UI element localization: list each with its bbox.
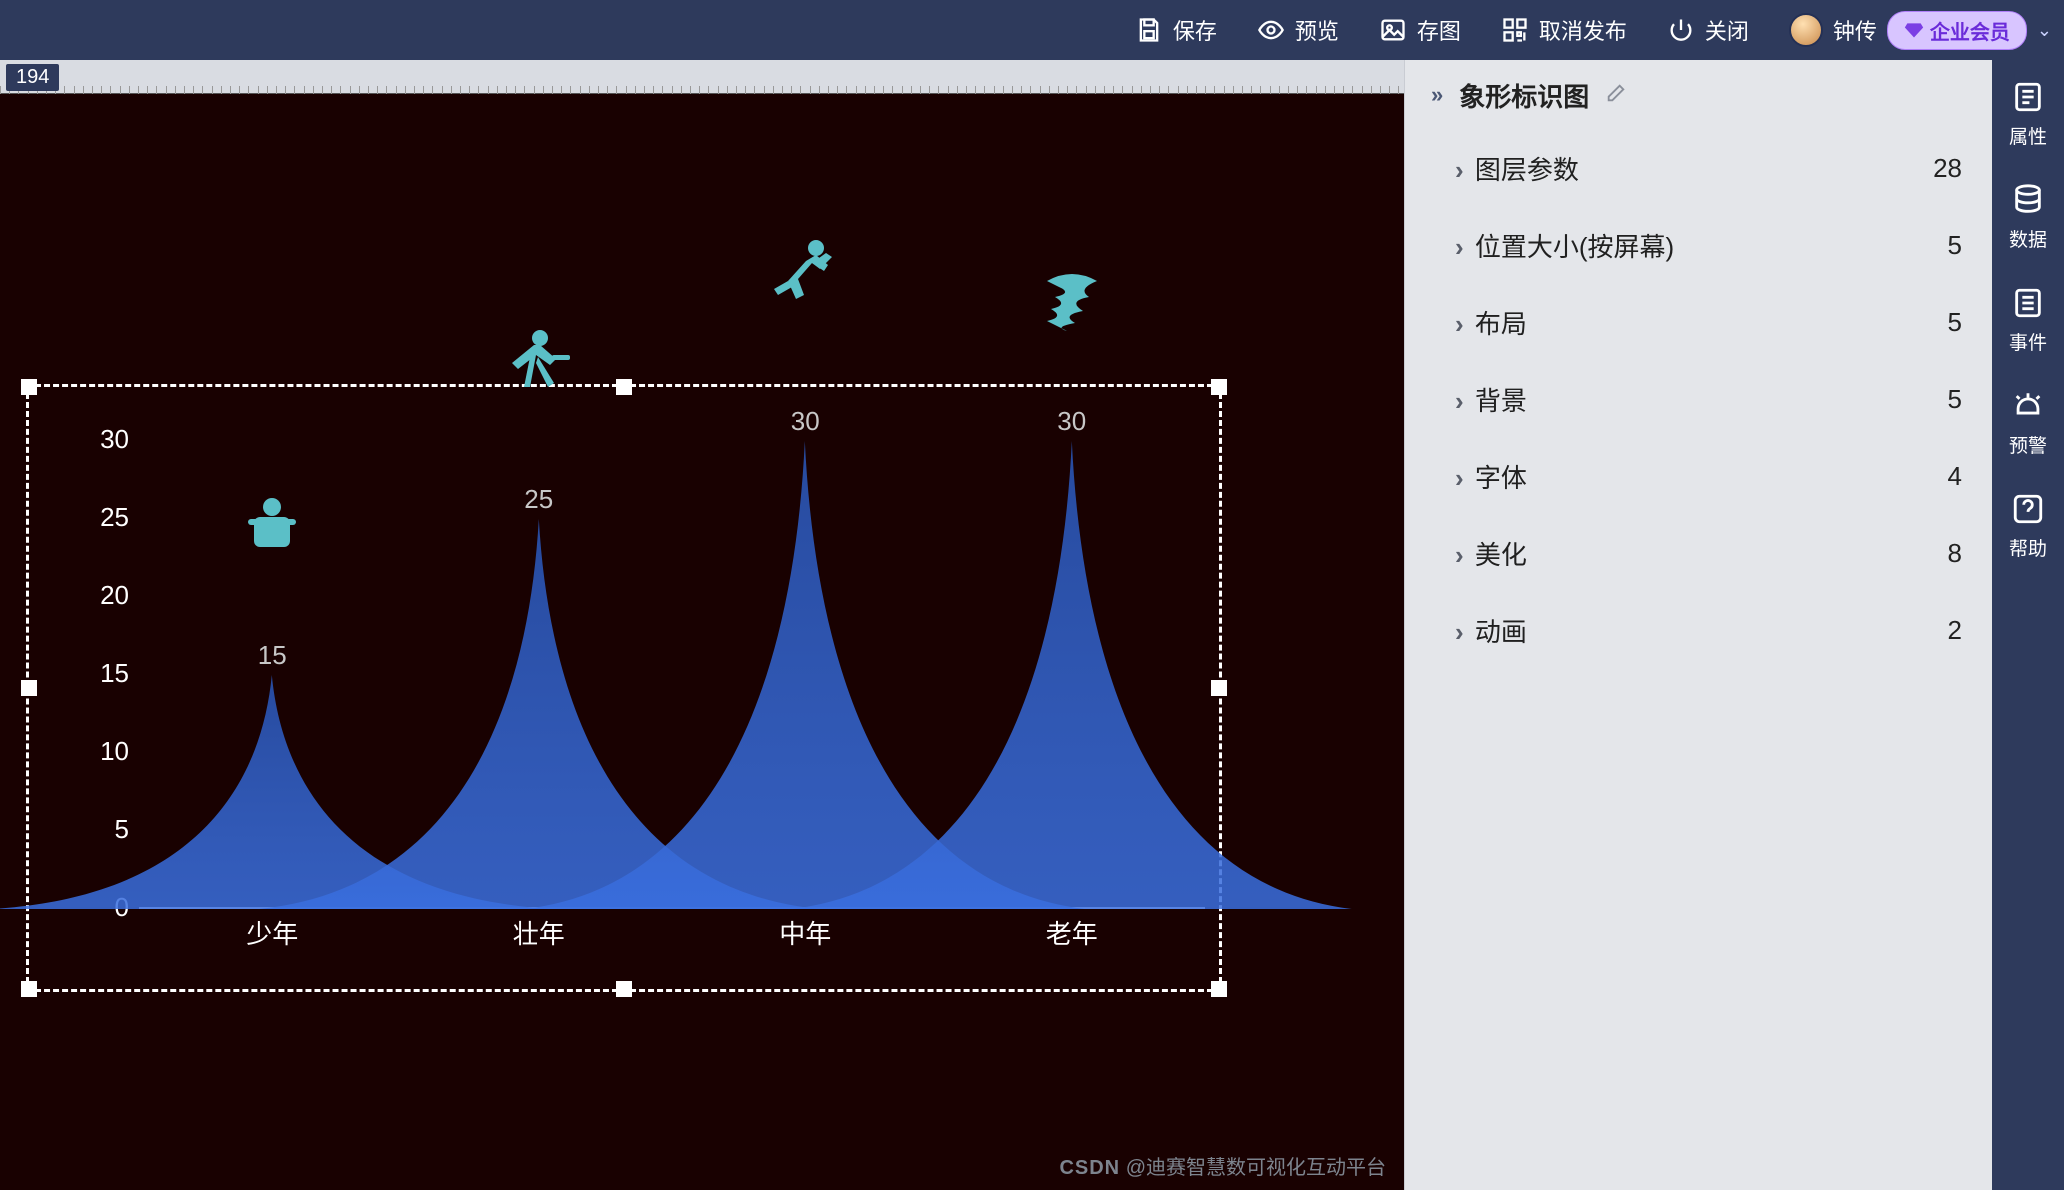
eye-icon bbox=[1257, 16, 1285, 44]
y-tick-label: 30 bbox=[69, 424, 129, 455]
pictogram-chart: 05101520253015少年25壮年30中年30老年 bbox=[29, 387, 1219, 989]
ruler-horizontal[interactable] bbox=[0, 60, 1404, 94]
close-label: 关闭 bbox=[1705, 14, 1749, 46]
data-label: 30 bbox=[1057, 406, 1086, 437]
username: 钟传 bbox=[1833, 14, 1877, 46]
x-tick-label: 少年 bbox=[246, 914, 298, 951]
selection-box[interactable]: 05101520253015少年25壮年30中年30老年 bbox=[26, 384, 1222, 992]
canvas-stage[interactable]: 05101520253015少年25壮年30中年30老年 bbox=[0, 94, 1404, 1190]
pictogram-running-icon bbox=[770, 239, 840, 322]
props-row-count: 5 bbox=[1948, 307, 1962, 338]
props-row-count: 2 bbox=[1948, 615, 1962, 646]
props-row-count: 5 bbox=[1948, 230, 1962, 261]
user-section: 钟传 企业会员 ⌄ bbox=[1789, 11, 2052, 50]
image-icon bbox=[1379, 16, 1407, 44]
collapse-icon[interactable]: » bbox=[1431, 82, 1443, 108]
rail-help[interactable]: 帮助 bbox=[2009, 492, 2047, 561]
properties-header: » 象形标识图 bbox=[1405, 60, 1992, 130]
y-tick-label: 25 bbox=[69, 502, 129, 533]
props-row-count: 28 bbox=[1933, 153, 1962, 184]
props-row[interactable]: 动画 2 bbox=[1405, 592, 1992, 669]
props-row-count: 8 bbox=[1948, 538, 1962, 569]
props-row[interactable]: 美化 8 bbox=[1405, 515, 1992, 592]
rail-alert[interactable]: 预警 bbox=[2009, 389, 2047, 458]
database-icon bbox=[2011, 183, 2045, 217]
data-label: 30 bbox=[791, 406, 820, 437]
y-tick-label: 20 bbox=[69, 580, 129, 611]
unpublish-button[interactable]: 取消发布 bbox=[1501, 14, 1627, 46]
x-tick-label: 中年 bbox=[779, 914, 831, 951]
props-row-label: 动画 bbox=[1455, 612, 1527, 649]
power-icon bbox=[1667, 16, 1695, 44]
save-image-button[interactable]: 存图 bbox=[1379, 14, 1461, 46]
watermark: CSDN @迪赛智慧数可视化互动平台 bbox=[1059, 1151, 1386, 1180]
properties-panel: » 象形标识图 图层参数 28 位置大小(按屏幕) 5 布局 5 背景 5 字体 4 美化 8 动画 2 bbox=[1404, 60, 1992, 1190]
watermark-text: @迪赛智慧数可视化互动平台 bbox=[1126, 1157, 1386, 1179]
props-row[interactable]: 布局 5 bbox=[1405, 284, 1992, 361]
unpublish-label: 取消发布 bbox=[1539, 14, 1627, 46]
diamond-icon bbox=[1904, 20, 1924, 40]
top-toolbar: 保存 预览 存图 取消发布 关闭 钟传 企业会员 ⌄ bbox=[0, 0, 2064, 60]
close-button[interactable]: 关闭 bbox=[1667, 14, 1749, 46]
cursor-position-badge: 194 bbox=[6, 64, 59, 91]
x-tick-label: 壮年 bbox=[513, 914, 565, 951]
rail-alert-label: 预警 bbox=[2009, 431, 2047, 458]
preview-button[interactable]: 预览 bbox=[1257, 14, 1339, 46]
properties-title: 象形标识图 bbox=[1459, 77, 1589, 114]
save-image-label: 存图 bbox=[1417, 14, 1461, 46]
help-icon bbox=[2011, 492, 2045, 526]
canvas-area: 194 05101520253015少年25壮年30中年30老年 bbox=[0, 60, 1404, 1190]
save-label: 保存 bbox=[1173, 14, 1217, 46]
chevron-down-icon[interactable]: ⌄ bbox=[2037, 20, 2052, 41]
rail-event-label: 事件 bbox=[2009, 328, 2047, 355]
props-row[interactable]: 背景 5 bbox=[1405, 361, 1992, 438]
props-row-label: 布局 bbox=[1455, 304, 1527, 341]
rail-help-label: 帮助 bbox=[2009, 534, 2047, 561]
props-row-label: 美化 bbox=[1455, 535, 1527, 572]
avatar[interactable] bbox=[1789, 13, 1823, 47]
preview-label: 预览 bbox=[1295, 14, 1339, 46]
pictogram-whirl-icon bbox=[1037, 271, 1107, 338]
props-row-label: 位置大小(按屏幕) bbox=[1455, 227, 1674, 264]
rail-props[interactable]: 属性 bbox=[2009, 80, 2047, 149]
props-icon bbox=[2011, 80, 2045, 114]
props-row-label: 背景 bbox=[1455, 381, 1527, 418]
x-tick-label: 老年 bbox=[1046, 914, 1098, 951]
props-row-label: 图层参数 bbox=[1455, 150, 1579, 187]
pictogram-martial-icon bbox=[506, 329, 572, 406]
rail-props-label: 属性 bbox=[2009, 122, 2047, 149]
props-row-count: 5 bbox=[1948, 384, 1962, 415]
watermark-tag: CSDN bbox=[1059, 1157, 1120, 1179]
side-rail: 属性 数据 事件 预警 帮助 bbox=[1992, 60, 2064, 1190]
rail-data[interactable]: 数据 bbox=[2009, 183, 2047, 252]
props-row[interactable]: 位置大小(按屏幕) 5 bbox=[1405, 207, 1992, 284]
list-icon bbox=[2011, 286, 2045, 320]
save-button[interactable]: 保存 bbox=[1135, 14, 1217, 46]
rail-data-label: 数据 bbox=[2009, 225, 2047, 252]
props-row[interactable]: 图层参数 28 bbox=[1405, 130, 1992, 207]
props-row-count: 4 bbox=[1948, 461, 1962, 492]
qr-icon bbox=[1501, 16, 1529, 44]
alert-icon bbox=[2011, 389, 2045, 423]
props-row[interactable]: 字体 4 bbox=[1405, 438, 1992, 515]
props-row-label: 字体 bbox=[1455, 458, 1527, 495]
member-badge-label: 企业会员 bbox=[1930, 16, 2010, 45]
save-icon bbox=[1135, 16, 1163, 44]
member-badge[interactable]: 企业会员 bbox=[1887, 11, 2027, 50]
chart-peak bbox=[792, 441, 1352, 909]
rail-event[interactable]: 事件 bbox=[2009, 286, 2047, 355]
edit-title-icon[interactable] bbox=[1605, 80, 1627, 111]
